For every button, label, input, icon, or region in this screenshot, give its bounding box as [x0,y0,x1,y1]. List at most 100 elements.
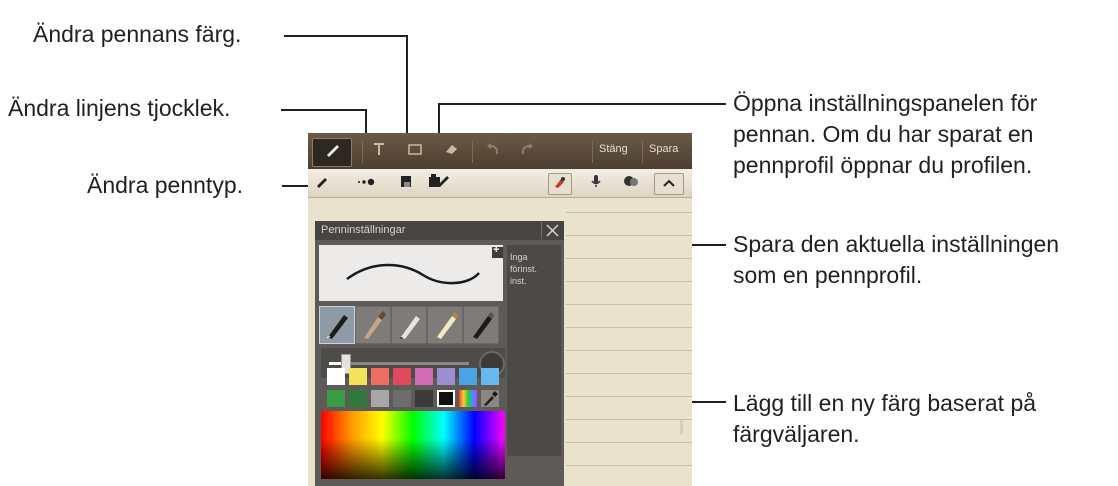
collapse-button[interactable] [654,173,684,195]
color-spectrum-picker[interactable] [321,411,505,479]
color-swatch[interactable] [371,368,389,385]
leader-pen-type-h [282,185,311,187]
callout-add-color-line-1: Lägg till en ny färg baserat på [733,390,1037,416]
callout-pen-color: Ändra pennans färg. [33,21,242,47]
color-swatch[interactable] [437,368,455,385]
callout-open-settings-line-2: pennan. Om du har sparat en [733,121,1034,147]
color-swatch[interactable] [393,390,411,407]
ruled-line [566,373,692,374]
close-button[interactable]: Stäng [599,143,628,155]
palette-icon [623,174,639,193]
brush-button[interactable] [548,173,572,195]
custom-color-swatch[interactable] [459,390,477,407]
redo-icon [520,142,534,161]
ruled-line [566,419,692,420]
presets-empty-line-2: förinst. [510,264,538,274]
redo-button[interactable] [512,138,542,165]
callout-save-setting: Spara den aktuella inställningen som en … [733,229,1059,291]
pen-settings-panel: Penninställningar + Inga förinst. inst. [315,221,564,486]
image-icon [408,142,422,161]
ruled-line [566,350,692,351]
color-swatch[interactable] [415,390,433,407]
color-swatch[interactable] [415,368,433,385]
panel-close-button[interactable] [541,222,562,239]
eraser-icon [443,142,459,161]
callout-save-setting-line-2: som en pennprofil. [733,262,923,288]
callout-save-setting-line-1: Spara den aktuella inställningen [733,231,1060,257]
leader-line-thickness-h [281,109,367,111]
pen-type-button[interactable] [312,173,332,193]
eyedropper-icon [481,391,499,411]
color-swatch[interactable] [393,368,411,385]
divider [642,141,643,163]
note-canvas[interactable] [566,198,692,486]
pen-tool-calligraphy[interactable] [463,306,499,344]
color-swatch[interactable] [481,368,499,385]
add-preset-button[interactable]: + [492,244,503,258]
text-mode-button[interactable] [364,138,394,165]
ruled-line [566,212,692,213]
presets-empty-line-1: Inga [510,252,528,262]
save-button[interactable]: Spara [649,143,678,155]
pen-color-button[interactable] [396,173,416,193]
pen-tool-marker[interactable] [427,306,463,344]
undo-button[interactable] [478,138,508,165]
ruled-line [566,327,692,328]
eraser-button[interactable] [436,138,466,165]
leader-open-settings-h [438,103,726,105]
pen-tool-fountain[interactable] [319,306,355,344]
collapse-icon [662,175,676,193]
text-mode-icon [372,142,386,161]
ruled-line [566,258,692,259]
panel-title: Penninställningar [321,224,406,236]
color-swatch[interactable] [327,390,345,407]
callout-line-thickness: Ändra linjens tjocklek. [8,95,231,121]
add-preset-icon: + [493,244,500,256]
color-swatch[interactable] [371,390,389,407]
ruled-line [566,465,692,466]
pen-toolbar [308,169,692,198]
leader-pen-color-h [284,35,408,37]
callout-pen-type: Ändra penntyp. [87,172,244,198]
color-swatch[interactable] [349,368,367,385]
panel-title-bar: Penninställningar [315,221,564,240]
pen-mode-icon [324,142,340,163]
ruled-line [566,442,692,443]
callout-add-color: Lägg till en ny färg baserat på färgvälj… [733,388,1036,450]
ruled-line [566,396,692,397]
pen-settings-button[interactable] [426,173,452,193]
divider [592,141,593,163]
device-screen: Stäng Spara Penninställningar + Inga för… [308,133,692,486]
panel-expand-handle[interactable] [429,480,449,486]
undo-icon [486,142,500,161]
color-swatch-selected[interactable] [437,390,455,407]
presets-empty-label: Inga förinst. inst. [510,251,537,287]
color-swatch[interactable] [349,390,367,407]
brush-icon [553,175,567,194]
pen-type-icon [315,174,329,193]
color-swatch[interactable] [327,368,345,385]
divider [472,141,473,163]
pen-tool-pencil[interactable] [391,306,427,344]
microphone-button[interactable] [586,173,606,193]
pen-mode-button[interactable] [312,138,352,167]
callout-open-settings-line-3: pennprofil öppnar du profilen. [733,152,1033,178]
app-top-bar: Stäng Spara [308,133,692,169]
pen-color-icon [399,174,413,193]
pen-settings-icon [428,173,450,194]
color-swatch[interactable] [459,368,477,385]
pen-preset-list: Inga förinst. inst. [507,245,561,456]
scroll-indicator[interactable] [680,420,683,434]
image-button[interactable] [400,138,430,165]
pen-tool-brush[interactable] [355,306,391,344]
line-thickness-icon [356,174,380,192]
divider [362,141,363,163]
pen-stroke-preview: + [319,244,503,301]
line-thickness-button[interactable] [354,173,382,193]
ruled-line [566,235,692,236]
ruled-line [566,304,692,305]
eyedropper-button[interactable] [481,390,499,407]
close-icon [546,224,559,242]
palette-button[interactable] [620,173,642,193]
presets-empty-line-3: inst. [510,276,527,286]
